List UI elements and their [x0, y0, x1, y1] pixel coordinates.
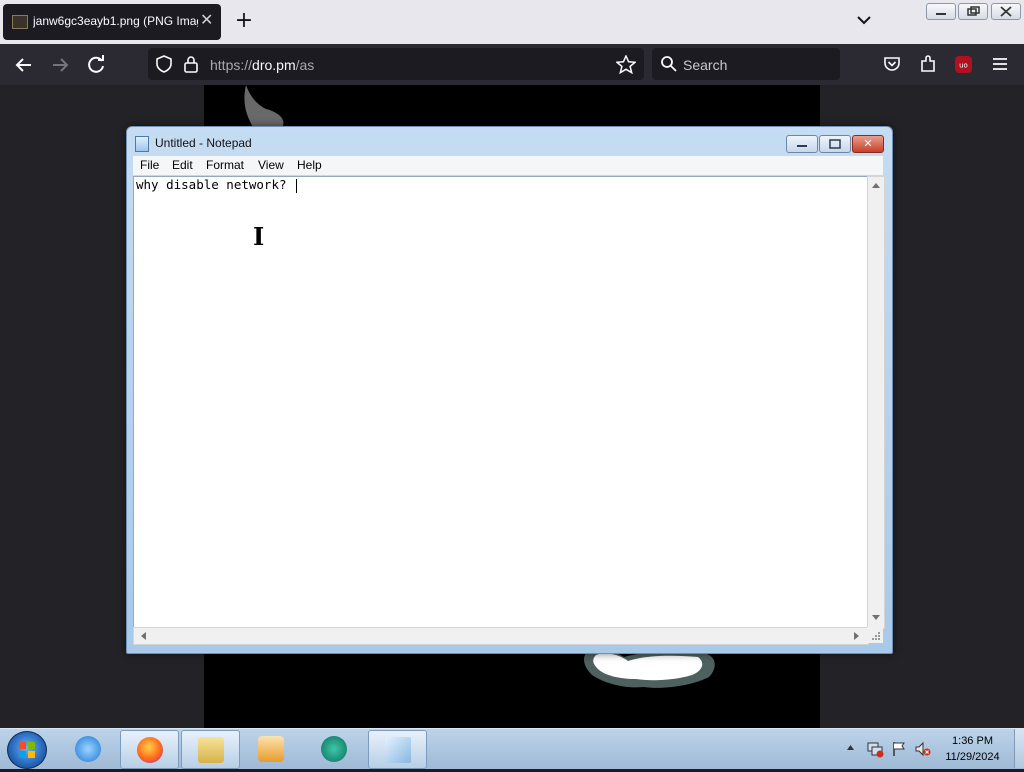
- tracking-protection-shield-icon[interactable]: [155, 55, 173, 73]
- lock-icon[interactable]: [183, 55, 199, 73]
- ublock-origin-icon[interactable]: uo: [955, 56, 972, 73]
- list-all-tabs-chevron-icon[interactable]: [852, 10, 876, 30]
- taskbar-app[interactable]: [305, 730, 362, 767]
- taskbar-file-explorer[interactable]: [181, 730, 240, 769]
- scroll-right-arrow-icon[interactable]: [853, 631, 861, 641]
- action-center-flag-icon[interactable]: [891, 740, 907, 758]
- show-desktop-button[interactable]: [1014, 729, 1024, 768]
- svg-text:uo: uo: [959, 62, 968, 70]
- new-tab-button[interactable]: +: [232, 8, 256, 33]
- ibeam-cursor-icon: I: [253, 222, 265, 251]
- back-icon[interactable]: [12, 54, 36, 76]
- extensions-icon[interactable]: [919, 55, 937, 73]
- notepad-text-area[interactable]: [133, 176, 869, 629]
- horizontal-scrollbar[interactable]: [133, 627, 869, 645]
- browser-tab[interactable]: janw6gc3eayb1.png (PNG Imag ✕: [3, 4, 221, 40]
- menu-help[interactable]: Help: [297, 158, 322, 172]
- search-bar[interactable]: [652, 48, 840, 80]
- start-button[interactable]: [7, 731, 47, 769]
- scroll-up-arrow-icon[interactable]: [871, 181, 881, 189]
- url-scheme: https://: [210, 57, 253, 73]
- menu-format[interactable]: Format: [206, 158, 244, 172]
- scroll-down-arrow-icon[interactable]: [871, 614, 881, 622]
- notepad-menubar: [133, 156, 883, 175]
- notepad-icon: [135, 136, 149, 152]
- bookmark-star-icon[interactable]: [616, 55, 636, 74]
- app-icon: [321, 736, 347, 762]
- reload-icon[interactable]: [85, 54, 109, 76]
- media-player-icon: [258, 736, 284, 762]
- menu-view[interactable]: View: [258, 158, 284, 172]
- taskbar-firefox[interactable]: [120, 730, 179, 769]
- notepad-title: Untitled - Notepad: [155, 136, 252, 150]
- folder-icon: [198, 737, 224, 763]
- url-text[interactable]: https://dro.pm/as: [210, 57, 314, 73]
- menu-edit[interactable]: Edit: [172, 158, 193, 172]
- pocket-icon[interactable]: [883, 55, 901, 73]
- notepad-text-content: why disable network?: [136, 177, 287, 192]
- menu-file[interactable]: File: [140, 158, 159, 172]
- clock-time: 1:36 PM: [952, 735, 993, 747]
- firefox-icon: [137, 737, 163, 763]
- search-icon: [661, 56, 677, 72]
- notepad-close-button[interactable]: ✕: [852, 135, 884, 153]
- url-host: dro.pm: [252, 57, 296, 73]
- window-minimize-button[interactable]: [926, 3, 956, 20]
- window-restore-button[interactable]: [958, 3, 988, 20]
- scroll-left-arrow-icon[interactable]: [139, 631, 147, 641]
- taskbar-notepad[interactable]: [368, 730, 427, 769]
- forward-icon[interactable]: [48, 54, 72, 76]
- notepad-icon: [385, 737, 411, 763]
- internet-explorer-icon: [75, 736, 101, 762]
- search-placeholder[interactable]: Search: [683, 57, 727, 73]
- url-path: /as: [295, 57, 315, 73]
- image-file-icon: [12, 15, 28, 29]
- tab-title: janw6gc3eayb1.png (PNG Imag: [33, 14, 198, 28]
- notepad-maximize-button[interactable]: [819, 135, 851, 153]
- notepad-minimize-button[interactable]: [786, 135, 818, 153]
- resize-grip[interactable]: [867, 627, 883, 643]
- system-clock[interactable]: 1:36 PM 11/29/2024: [930, 733, 1015, 765]
- show-hidden-icons-icon[interactable]: [846, 744, 855, 751]
- text-caret: [296, 179, 297, 193]
- window-close-button[interactable]: [991, 3, 1021, 20]
- taskbar-internet-explorer[interactable]: [59, 730, 116, 767]
- close-tab-icon[interactable]: ✕: [200, 10, 213, 29]
- vertical-scrollbar[interactable]: [867, 176, 885, 629]
- network-icon[interactable]: [866, 740, 884, 758]
- clock-date: 11/29/2024: [945, 751, 1000, 763]
- taskbar-media-player[interactable]: [242, 730, 299, 767]
- app-menu-icon[interactable]: [991, 56, 1009, 72]
